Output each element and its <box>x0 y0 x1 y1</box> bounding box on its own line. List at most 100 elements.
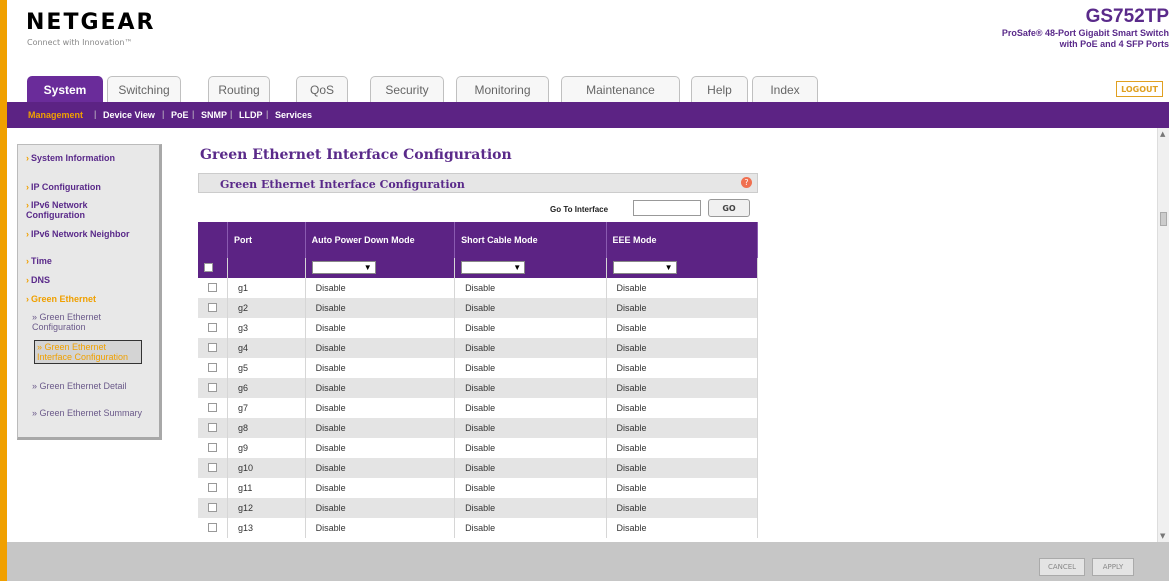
scroll-down-icon[interactable]: ▼ <box>1160 532 1165 540</box>
footer-bar: CANCEL APPLY <box>7 542 1169 581</box>
row-checkbox[interactable] <box>208 522 217 532</box>
row-checkbox[interactable] <box>208 322 217 332</box>
eee-cell: Disable <box>606 458 759 478</box>
nav-ge-summary[interactable]: » Green Ethernet Summary <box>32 408 152 418</box>
scm-cell: Disable <box>454 338 607 358</box>
subnav-management[interactable]: Management <box>28 110 83 120</box>
scroll-up-icon[interactable]: ▲ <box>1160 130 1165 138</box>
nav-green-ethernet[interactable]: › Green Ethernet <box>26 294 96 304</box>
nav-time[interactable]: › Time <box>26 256 52 266</box>
select-all-checkbox[interactable] <box>204 262 213 272</box>
filter-scm-cell: ▼ <box>454 258 607 278</box>
nav-ge-interface-configuration[interactable]: » Green Ethernet Interface Configuration <box>34 340 142 364</box>
panel-title: Green Ethernet Interface Configuration <box>220 178 465 191</box>
port-cell: g11 <box>227 478 306 498</box>
row-checkbox[interactable] <box>208 342 217 352</box>
scm-cell: Disable <box>454 318 607 338</box>
logout-button[interactable]: LOGOUT <box>1116 81 1163 97</box>
nav-ip-configuration[interactable]: › IP Configuration <box>26 182 101 192</box>
nav-ipv6-network-neighbor[interactable]: › IPv6 Network Neighbor <box>26 229 136 239</box>
nav-system-information[interactable]: › System Information <box>26 153 136 163</box>
table-row[interactable]: g6 Disable Disable Disable <box>198 378 759 398</box>
vertical-scrollbar[interactable]: ▲ ▼ <box>1157 128 1169 542</box>
subnav-separator: | <box>192 109 195 119</box>
port-cell: g5 <box>227 358 306 378</box>
table-row[interactable]: g1 Disable Disable Disable <box>198 278 759 298</box>
subnav-device-view[interactable]: Device View <box>103 110 155 120</box>
scm-cell: Disable <box>454 398 607 418</box>
row-checkbox[interactable] <box>208 462 217 472</box>
table-row[interactable]: g9 Disable Disable Disable <box>198 438 759 458</box>
short-cable-mode-select[interactable]: ▼ <box>461 260 526 274</box>
go-button[interactable]: GO <box>708 199 750 217</box>
table-row[interactable]: g3 Disable Disable Disable <box>198 318 759 338</box>
column-header-eee-mode[interactable]: EEE Mode <box>606 222 759 258</box>
eee-cell: Disable <box>606 338 759 358</box>
scroll-thumb[interactable] <box>1160 212 1167 226</box>
nav-ipv6-network-configuration[interactable]: › IPv6 Network Configuration <box>26 200 146 220</box>
table-row[interactable]: g2 Disable Disable Disable <box>198 298 759 318</box>
tab-qos[interactable]: QoS <box>296 76 348 102</box>
table-row[interactable]: g10 Disable Disable Disable <box>198 458 759 478</box>
eee-cell: Disable <box>606 358 759 378</box>
table-row[interactable]: g13 Disable Disable Disable <box>198 518 759 538</box>
subnav-snmp[interactable]: SNMP <box>201 110 227 120</box>
apd-cell: Disable <box>305 518 456 538</box>
row-checkbox[interactable] <box>208 282 217 292</box>
row-checkbox[interactable] <box>208 362 217 372</box>
nav-ge-detail[interactable]: » Green Ethernet Detail <box>32 381 152 391</box>
row-checkbox[interactable] <box>208 402 217 412</box>
subnav-services[interactable]: Services <box>275 110 312 120</box>
apd-mode-select[interactable]: ▼ <box>311 260 376 274</box>
apply-button[interactable]: APPLY <box>1092 558 1134 576</box>
model-desc-2: with PoE and 4 SFP Ports <box>1059 39 1169 49</box>
nav-dns[interactable]: › DNS <box>26 275 50 285</box>
tab-routing[interactable]: Routing <box>208 76 270 102</box>
row-checkbox[interactable] <box>208 502 217 512</box>
tab-help[interactable]: Help <box>691 76 748 102</box>
tab-security[interactable]: Security <box>370 76 444 102</box>
table-row[interactable]: g11 Disable Disable Disable <box>198 478 759 498</box>
tab-system[interactable]: System <box>27 76 103 102</box>
row-checkbox[interactable] <box>208 482 217 492</box>
table-row[interactable]: g8 Disable Disable Disable <box>198 418 759 438</box>
tab-maintenance[interactable]: Maintenance <box>561 76 680 102</box>
header: NETGEAR Connect with Innovation™ GS752TP… <box>7 0 1169 74</box>
table-row[interactable]: g4 Disable Disable Disable <box>198 338 759 358</box>
cancel-button[interactable]: CANCEL <box>1039 558 1085 576</box>
column-header-port[interactable]: Port <box>227 222 306 258</box>
tab-index[interactable]: Index <box>752 76 818 102</box>
column-header-short-cable-mode[interactable]: Short Cable Mode <box>454 222 607 258</box>
column-header-auto-power-down-mode[interactable]: Auto Power Down Mode <box>305 222 456 258</box>
scm-cell: Disable <box>454 458 607 478</box>
select-column-header <box>198 222 228 258</box>
nav-ge-configuration[interactable]: » Green Ethernet Configuration <box>32 312 152 332</box>
filter-apd-cell: ▼ <box>305 258 456 278</box>
apd-cell: Disable <box>305 298 456 318</box>
table-row[interactable]: g5 Disable Disable Disable <box>198 358 759 378</box>
row-checkbox[interactable] <box>208 442 217 452</box>
help-icon[interactable]: ? <box>741 177 752 188</box>
tab-monitoring[interactable]: Monitoring <box>456 76 549 102</box>
row-checkbox[interactable] <box>208 422 217 432</box>
eee-cell: Disable <box>606 398 759 418</box>
eee-cell: Disable <box>606 278 759 298</box>
apd-cell: Disable <box>305 418 456 438</box>
eee-mode-select[interactable]: ▼ <box>612 260 677 274</box>
apd-cell: Disable <box>305 458 456 478</box>
scm-cell: Disable <box>454 478 607 498</box>
subnav-separator: | <box>94 109 97 119</box>
subnav-poe[interactable]: PoE <box>171 110 189 120</box>
goto-interface-input[interactable] <box>633 200 701 216</box>
table-row[interactable]: g7 Disable Disable Disable <box>198 398 759 418</box>
scm-cell: Disable <box>454 278 607 298</box>
apd-cell: Disable <box>305 318 456 338</box>
subnav-lldp[interactable]: LLDP <box>239 110 263 120</box>
port-cell: g6 <box>227 378 306 398</box>
eee-cell: Disable <box>606 498 759 518</box>
row-checkbox[interactable] <box>208 302 217 312</box>
row-checkbox[interactable] <box>208 382 217 392</box>
tab-switching[interactable]: Switching <box>107 76 181 102</box>
table-row[interactable]: g12 Disable Disable Disable <box>198 498 759 518</box>
apd-cell: Disable <box>305 498 456 518</box>
